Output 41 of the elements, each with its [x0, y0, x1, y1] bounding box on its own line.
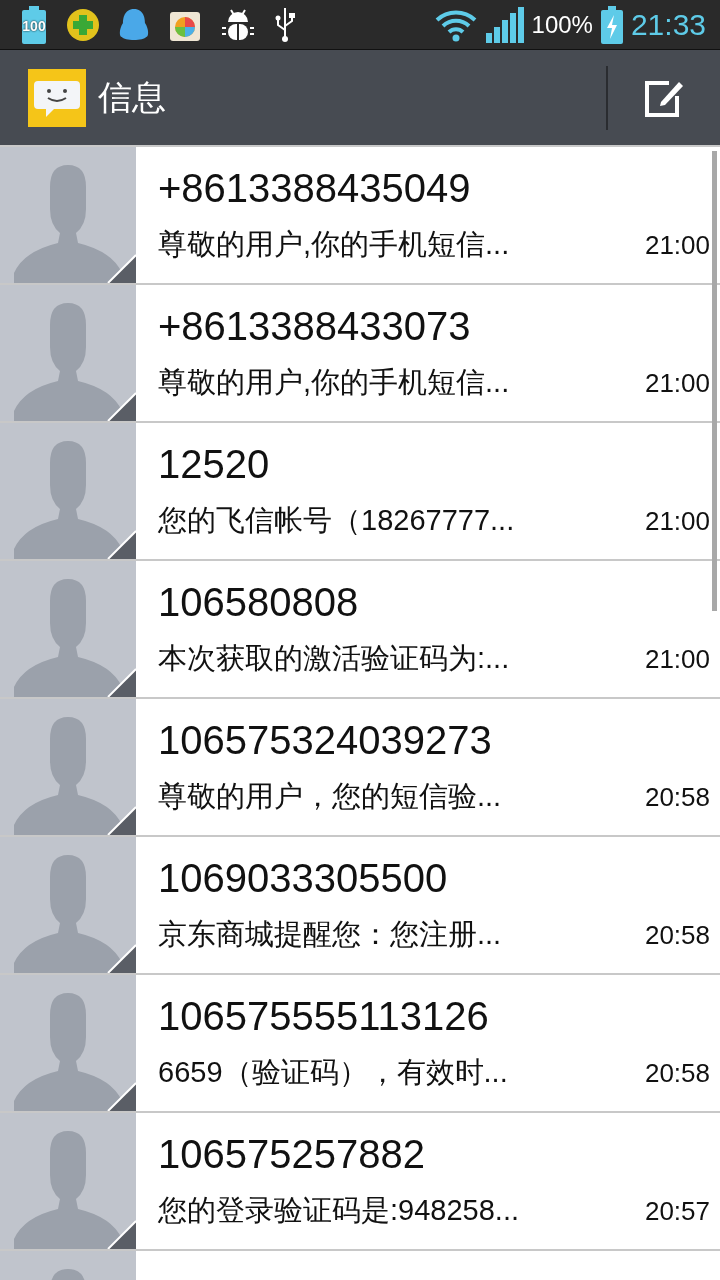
battery-percent: 100%	[531, 10, 593, 39]
bug-icon	[220, 7, 256, 42]
message-preview: 尊敬的用户，您的短信验...	[158, 779, 503, 814]
sender-number: +8613388433073	[158, 303, 472, 349]
sender-number: 106580808	[158, 579, 360, 625]
signal-icon	[485, 6, 524, 43]
message-preview: 您的登录验证码是:948258...	[158, 1193, 520, 1228]
message-time: 21:00	[644, 229, 710, 261]
conversation-item[interactable]: +8613388435049 尊敬的用户,你的手机短信... 21:00	[0, 147, 720, 285]
message-preview: 尊敬的用户,你的手机短信...	[158, 227, 511, 262]
sender-number: 106575257882	[158, 1131, 426, 1177]
battery-charging-icon	[600, 5, 623, 44]
conversation-item[interactable]: 106575324039273 尊敬的用户，您的短信验... 20:58	[0, 699, 720, 837]
sender-number: 1069033305500	[158, 855, 449, 901]
plus-circle-icon	[66, 7, 100, 42]
message-time: 21:00	[644, 505, 710, 537]
message-preview: 6659（验证码），有效时...	[158, 1055, 509, 1090]
app-title: 信息	[98, 76, 167, 118]
message-preview: 京东商城提醒您：您注册...	[158, 917, 503, 952]
message-preview: 尊敬的用户,你的手机短信...	[158, 365, 511, 400]
message-time: 20:58	[644, 919, 710, 951]
conversation-item[interactable]: 106580808 本次获取的激活验证码为:... 21:00	[0, 561, 720, 699]
message-time: 21:00	[644, 367, 710, 399]
message-preview: 本次获取的激活验证码为:...	[158, 641, 511, 676]
sender-number: +8613388435049	[158, 165, 472, 211]
sender-number: 12520	[158, 441, 271, 487]
message-time: 20:58	[644, 1057, 710, 1089]
message-time: 20:57	[644, 1195, 710, 1227]
clock: 21:33	[630, 7, 706, 42]
usb-icon	[274, 5, 296, 44]
conversation-item[interactable]: +8613388433073 尊敬的用户,你的手机短信... 21:00	[0, 285, 720, 423]
conversation-item[interactable]: 1069033305500 京东商城提醒您：您注册... 20:58	[0, 837, 720, 975]
sender-number: 106575555113126	[158, 993, 490, 1039]
conversation-item[interactable]: 106575555113126 6659（验证码），有效时... 20:58	[0, 975, 720, 1113]
sender-number: 106575324039273	[158, 717, 493, 763]
conversation-item[interactable]: 106575257882 您的登录验证码是:948258... 20:57	[0, 1113, 720, 1251]
message-preview: 您的飞信帐号（18267777...	[158, 503, 516, 538]
conversation-item[interactable]: 12520 您的飞信帐号（18267777... 21:00	[0, 423, 720, 561]
messaging-app-icon	[28, 68, 86, 127]
message-time: 20:58	[644, 781, 710, 813]
message-time: 21:00	[644, 643, 710, 675]
